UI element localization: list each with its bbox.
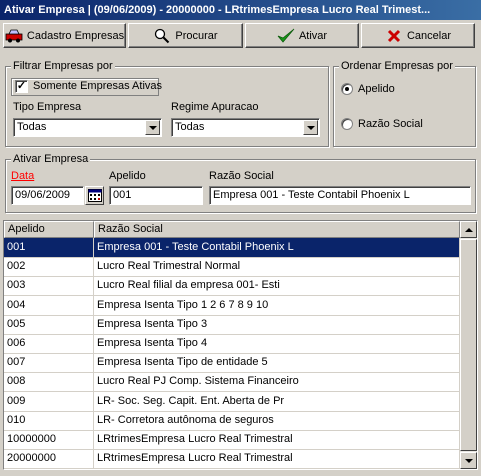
cell-apelido: 001 <box>4 238 94 257</box>
chevron-up-icon <box>464 227 473 232</box>
vertical-scrollbar[interactable] <box>460 221 477 469</box>
ativar-empresa-group-title: Ativar Empresa <box>11 153 91 165</box>
cadastro-empresas-button[interactable]: Cadastro Empresas <box>3 23 126 48</box>
ativar-label: Ativar <box>298 29 328 42</box>
scroll-thumb[interactable] <box>460 239 477 451</box>
ordenar-apelido-radio[interactable] <box>341 83 353 95</box>
window-title: Ativar Empresa | (09/06/2009) - 20000000… <box>0 0 481 20</box>
empresas-grid[interactable]: Apelido Razão Social 001 Empresa 001 - Te… <box>3 220 478 470</box>
grid-header: Apelido Razão Social <box>4 221 460 238</box>
table-row[interactable]: 006 Empresa Isenta Tipo 4 <box>4 334 460 354</box>
scroll-up-button[interactable] <box>460 221 477 238</box>
ordenar-group: Ordenar Empresas por <box>333 60 476 147</box>
tipo-empresa-value: Todas <box>17 121 47 133</box>
cell-razao-social: Lucro Real PJ Comp. Sistema Financeiro <box>94 372 460 392</box>
regime-apuracao-select[interactable]: Todas <box>171 118 320 137</box>
table-row[interactable]: 10000000 LRtrimesEmpresa Lucro Real Trime… <box>4 430 460 450</box>
cell-apelido: 003 <box>4 276 94 296</box>
table-row[interactable]: 001 Empresa 001 - Teste Contabil Phoenix … <box>4 238 460 258</box>
cell-apelido: 009 <box>4 391 94 411</box>
cell-apelido: 20000000 <box>4 449 94 469</box>
tipo-empresa-select[interactable]: Todas <box>13 118 162 137</box>
cell-razao-social: Lucro Real filial da empresa 001- Esti <box>94 276 460 296</box>
cell-apelido: 002 <box>4 257 94 277</box>
cell-razao-social: Empresa Isenta Tipo 3 <box>94 314 460 334</box>
razao-social-label: Razão Social <box>209 170 274 182</box>
filtrar-group-title: Filtrar Empresas por <box>11 60 115 72</box>
column-header-apelido[interactable]: Apelido <box>4 221 94 238</box>
cell-apelido: 10000000 <box>4 430 94 449</box>
cell-razao-social: Empresa Isenta Tipo 4 <box>94 334 460 353</box>
cancelar-label: Cancelar <box>406 29 452 42</box>
table-row[interactable]: 007 Empresa Isenta Tipo de entidade 5 <box>4 353 460 374</box>
data-input[interactable]: 09/06/2009 <box>11 186 84 205</box>
cell-razao-social: LRtrimesEmpresa Lucro Real Trimestral <box>94 449 460 469</box>
column-header-razao-social[interactable]: Razão Social <box>94 221 460 238</box>
cell-razao-social: LR- Corretora autônoma de seguros <box>94 410 460 430</box>
cell-apelido: 005 <box>4 314 94 334</box>
ordenar-group-title: Ordenar Empresas por <box>339 60 455 72</box>
apelido-input[interactable]: 001 <box>109 186 203 205</box>
car-icon <box>5 28 23 44</box>
cadastro-empresas-label: Cadastro Empresas <box>26 29 125 42</box>
tipo-empresa-label: Tipo Empresa <box>13 101 82 113</box>
cell-apelido: 007 <box>4 353 94 373</box>
cell-razao-social: Empresa 001 - Teste Contabil Phoenix L <box>94 238 460 257</box>
cancelar-button[interactable]: Cancelar <box>361 23 475 48</box>
cell-apelido: 004 <box>4 295 94 315</box>
cell-razao-social: Empresa Isenta Tipo de entidade 5 <box>94 353 460 373</box>
magnifier-icon <box>153 28 171 44</box>
table-row[interactable]: 20000000 LRtrimesEmpresa Lucro Real Trime… <box>4 449 460 469</box>
regime-apuracao-dropdown-button[interactable] <box>303 120 318 135</box>
calendar-icon <box>87 189 102 202</box>
regime-apuracao-label: Regime Apuracao <box>171 101 259 113</box>
ativar-button[interactable]: Ativar <box>245 23 359 48</box>
cell-razao-social: Lucro Real Trimestral Normal <box>94 257 460 277</box>
somente-ativas-checkbox[interactable]: ✓ <box>15 80 28 93</box>
ordenar-razao-social-label: Razão Social <box>358 118 423 130</box>
table-row[interactable]: 005 Empresa Isenta Tipo 3 <box>4 314 460 335</box>
regime-apuracao-value: Todas <box>175 121 205 133</box>
table-row[interactable]: 009 LR- Soc. Seg. Capit. Ent. Aberta de P… <box>4 391 460 412</box>
table-row[interactable]: 008 Lucro Real PJ Comp. Sistema Financeir… <box>4 372 460 393</box>
scroll-down-button[interactable] <box>460 452 477 469</box>
chevron-down-icon <box>306 125 315 130</box>
table-row[interactable]: 002 Lucro Real Trimestral Normal <box>4 257 460 278</box>
table-row[interactable]: 004 Empresa Isenta Tipo 1 2 6 7 8 9 10 <box>4 295 460 316</box>
chevron-down-icon <box>464 458 473 463</box>
tipo-empresa-dropdown-button[interactable] <box>145 120 160 135</box>
procurar-label: Procurar <box>175 29 218 42</box>
chevron-down-icon <box>148 125 157 130</box>
cell-apelido: 006 <box>4 334 94 353</box>
table-row[interactable]: 010 LR- Corretora autônoma de seguros <box>4 410 460 431</box>
ordenar-razao-social-radio[interactable] <box>341 118 353 130</box>
procurar-button[interactable]: Procurar <box>128 23 243 48</box>
table-row[interactable]: 003 Lucro Real filial da empresa 001- Est… <box>4 276 460 297</box>
ordenar-apelido-label: Apelido <box>358 83 395 95</box>
data-label: Data <box>11 170 35 182</box>
cell-razao-social: LRtrimesEmpresa Lucro Real Trimestral <box>94 430 460 449</box>
razao-social-input[interactable]: Empresa 001 - Teste Contabil Phoenix L <box>209 186 471 205</box>
cell-apelido: 008 <box>4 372 94 392</box>
checkmark-icon <box>277 28 295 44</box>
cell-apelido: 010 <box>4 410 94 430</box>
close-icon <box>385 28 403 44</box>
cell-razao-social: LR- Soc. Seg. Capit. Ent. Aberta de Pr <box>94 391 460 411</box>
cell-razao-social: Empresa Isenta Tipo 1 2 6 7 8 9 10 <box>94 295 460 315</box>
apelido-label: Apelido <box>109 170 146 182</box>
somente-ativas-label: Somente Empresas Ativas <box>33 80 163 92</box>
calendar-button[interactable] <box>85 186 104 205</box>
